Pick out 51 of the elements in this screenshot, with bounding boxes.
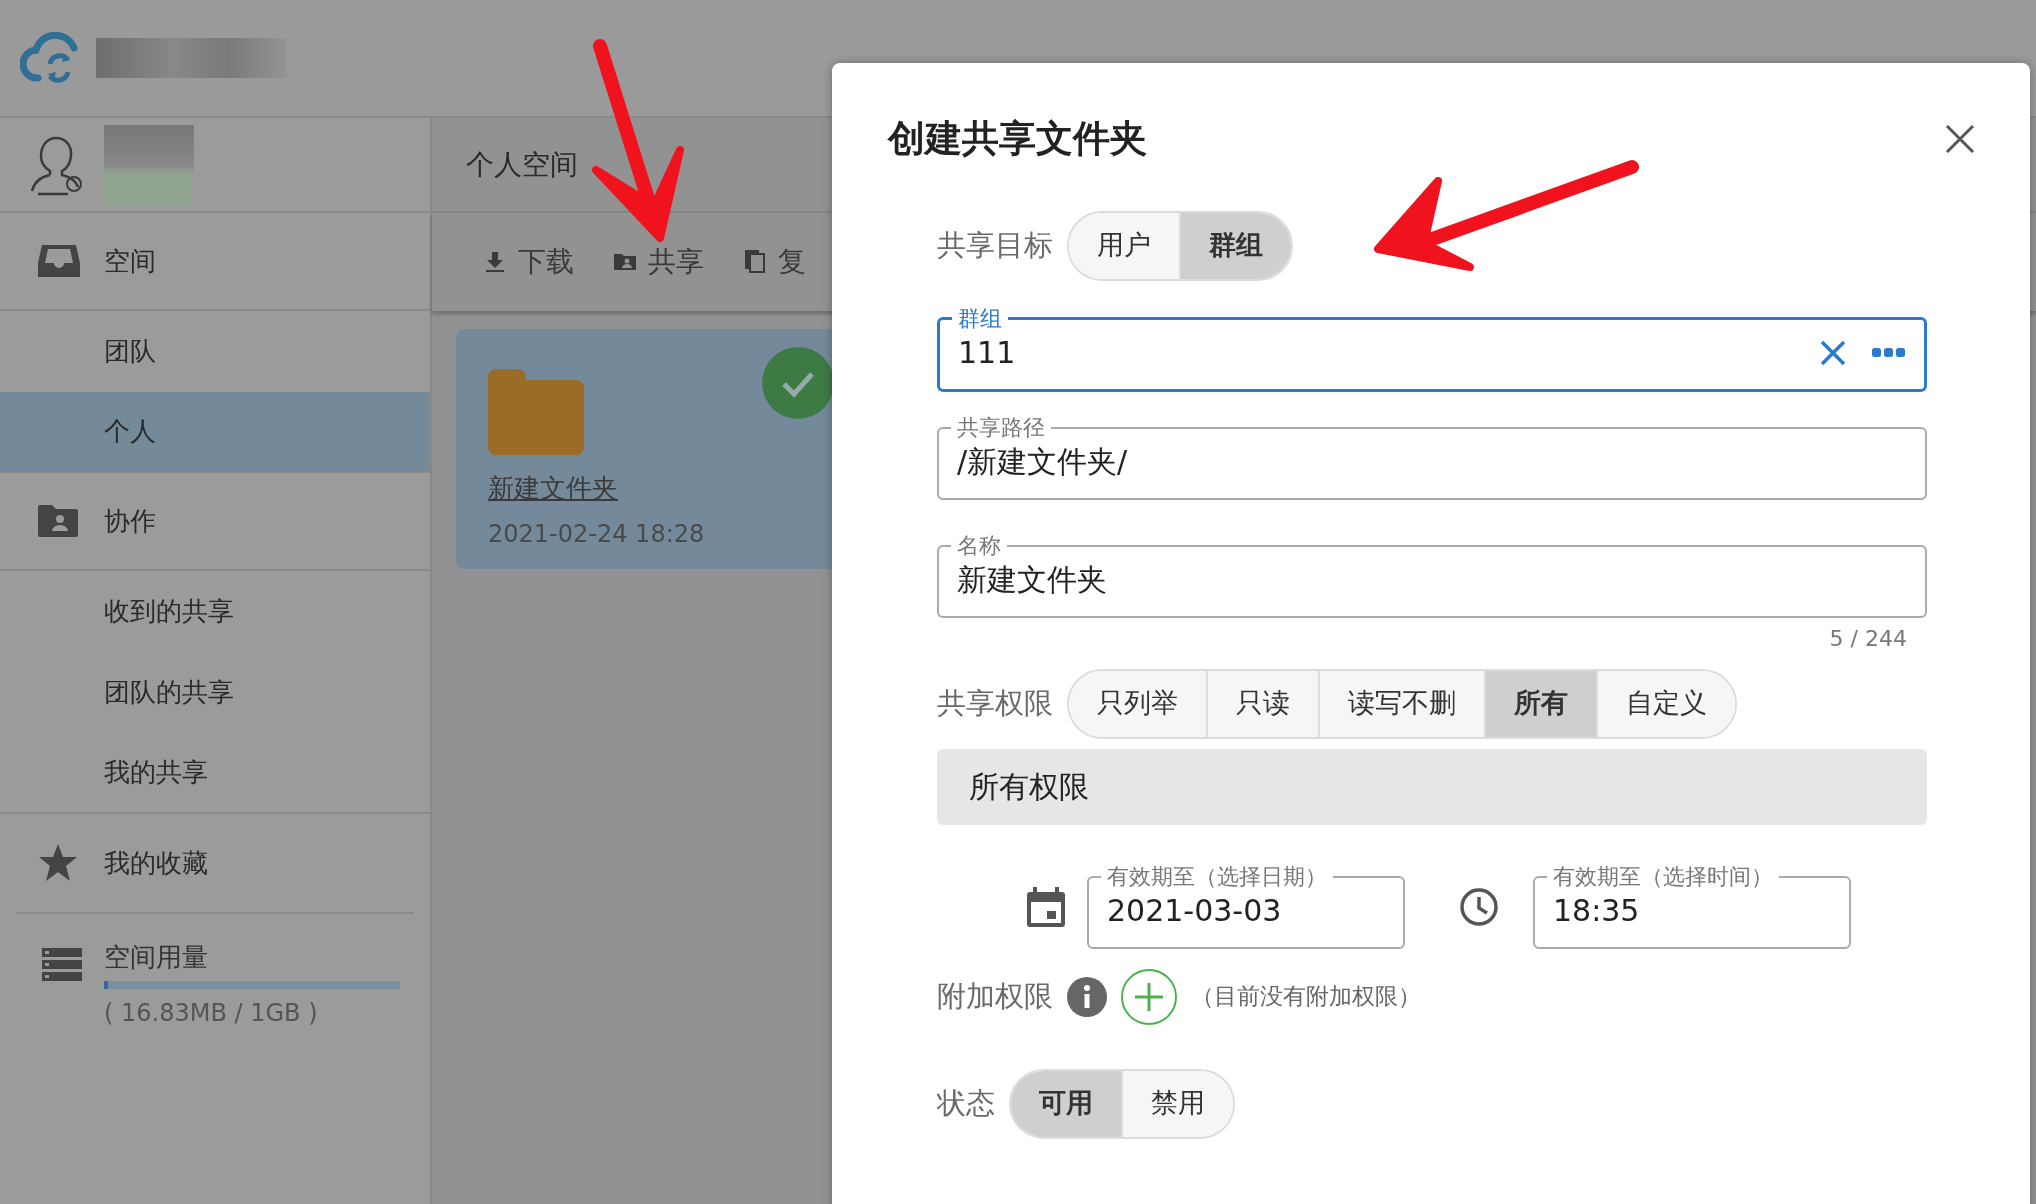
toolbar-button[interactable]: 复 (744, 241, 806, 283)
field-label: 附加权限 (937, 977, 1053, 1015)
download-icon (484, 250, 506, 274)
toggle-option[interactable]: 可用 (1011, 1070, 1121, 1137)
clock-icon[interactable] (1459, 886, 1499, 927)
close-icon (1944, 123, 1976, 155)
field-label: 共享权限 (937, 684, 1053, 722)
folder-date: 2021-02-24 18:28 (488, 519, 706, 550)
copy-icon (744, 250, 766, 274)
clear-icon[interactable] (1820, 339, 1846, 366)
usage-label: 空间用量 (104, 941, 209, 974)
dialog-title: 创建共享文件夹 (888, 116, 1147, 162)
sidebar-item[interactable]: 空间 (0, 213, 430, 311)
toggle-option[interactable]: 读写不删 (1318, 670, 1484, 737)
toolbar-button[interactable]: 共享 (614, 241, 704, 283)
storage-icon (42, 948, 82, 982)
star-icon (38, 844, 78, 882)
plus-icon (1133, 980, 1165, 1013)
sidebar-item[interactable]: 收到的共享 (0, 571, 430, 652)
sidebar-item[interactable]: 我的共享 (0, 733, 430, 814)
permission-description: 所有权限 (937, 748, 1927, 825)
toggle-option[interactable]: 只读 (1206, 670, 1318, 737)
toolbar-button[interactable]: 下载 (484, 241, 574, 283)
empty-note: （目前没有附加权限） (1191, 982, 1421, 1012)
field-label: 状态 (937, 1084, 995, 1122)
usage-reading: ( 16.83MB / 1GB ) (104, 998, 319, 1029)
toggle-option[interactable]: 禁用 (1121, 1070, 1233, 1137)
folder-icon (488, 369, 584, 455)
text-field[interactable]: 名称 新建文件夹 (937, 533, 1927, 618)
sidebar-item[interactable]: 我的收藏 (0, 814, 430, 912)
character-counter: 5 / 244 (1828, 624, 1908, 653)
toggle-option[interactable]: 所有 (1484, 670, 1596, 737)
sidebar-item[interactable]: 团队的共享 (0, 652, 430, 733)
sidebar-item[interactable]: 协作 (0, 473, 430, 571)
shared-folder-icon (38, 505, 78, 537)
toggle-option[interactable]: 只列举 (1069, 670, 1206, 737)
toggle-option[interactable]: 用户 (1069, 212, 1179, 279)
field-label: 共享目标 (937, 226, 1053, 264)
text-field[interactable]: 共享路径 /新建文件夹/ (937, 415, 1927, 500)
more-icon[interactable] (1872, 346, 1906, 359)
toggle-option[interactable]: 自定义 (1596, 670, 1735, 737)
info-icon[interactable] (1067, 976, 1107, 1017)
add-button[interactable] (1121, 968, 1177, 1025)
text-field[interactable]: 有效期至（选择日期） 2021-03-03 (1087, 864, 1405, 949)
toggle-option[interactable]: 群组 (1179, 212, 1291, 279)
inbox-icon (38, 243, 80, 279)
sidebar-item[interactable]: 个人 (0, 392, 430, 473)
text-field[interactable]: 有效期至（选择时间） 18:35 (1533, 864, 1851, 949)
calendar-icon[interactable] (1027, 886, 1065, 927)
group-picker-field[interactable]: 群组 111 (937, 306, 1927, 392)
sidebar-item[interactable]: 团队 (0, 311, 430, 392)
